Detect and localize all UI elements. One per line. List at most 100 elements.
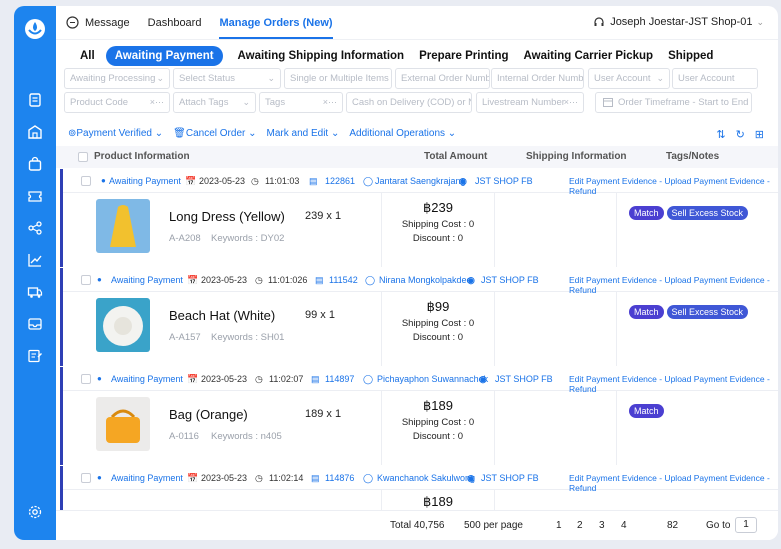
close-icon[interactable]: ×⋯ xyxy=(323,97,337,108)
user-name: Joseph Joestar-JST Shop-01 xyxy=(610,16,753,28)
order-checkbox[interactable] xyxy=(81,374,91,384)
order-checkbox[interactable] xyxy=(81,176,91,186)
shopping-bag-icon[interactable] xyxy=(27,156,43,172)
share-network-icon[interactable] xyxy=(27,220,43,236)
table-header: Product Information Total Amount Shippin… xyxy=(56,146,778,168)
document-icon[interactable] xyxy=(27,92,43,108)
nav-dashboard[interactable]: Dashboard xyxy=(148,17,202,29)
chat-icon[interactable]: ◯ xyxy=(363,176,373,187)
shop-name[interactable]: JST SHOP FB xyxy=(495,374,553,384)
page-link[interactable]: 1 xyxy=(556,520,562,531)
tab-prepare-printing[interactable]: Prepare Printing xyxy=(419,50,508,62)
sort-icon[interactable]: ⇅ xyxy=(716,128,725,141)
attach-tags-select[interactable]: Attach Tags ⌄ xyxy=(173,92,256,113)
message-icon[interactable] xyxy=(66,16,79,29)
customer-name-link[interactable]: Kwanchanok Sakulwong xyxy=(377,473,475,483)
user-account-select[interactable]: User Account ⌄ xyxy=(588,68,670,89)
customer-name-link[interactable]: Jantarat Saengkrajang xyxy=(375,176,466,186)
page-link[interactable]: 3 xyxy=(599,520,605,531)
order-number-link[interactable]: 122861 xyxy=(325,176,355,186)
tab-awaiting-shipping-information[interactable]: Awaiting Shipping Information xyxy=(238,50,405,62)
receipt-icon: ▤ xyxy=(309,176,318,186)
livestream-input[interactable]: Livestream Number ×⋯ xyxy=(476,92,584,113)
internal-order-input[interactable]: Internal Order Number xyxy=(491,68,584,89)
order-time: 11:01:026 xyxy=(268,275,308,285)
nav-message[interactable]: Message xyxy=(85,17,130,29)
shop-name[interactable]: JST SHOP FB xyxy=(475,176,533,186)
truck-icon[interactable] xyxy=(27,284,43,300)
settings-gear-icon[interactable] xyxy=(27,504,43,520)
order-checkbox[interactable] xyxy=(81,275,91,285)
close-icon[interactable]: ×⋯ xyxy=(150,97,164,108)
shop-name[interactable]: JST SHOP FB xyxy=(481,473,539,483)
status-select[interactable]: Select Status ⌄ xyxy=(173,68,281,89)
product-thumbnail xyxy=(96,298,150,352)
select-all-checkbox[interactable] xyxy=(78,152,88,162)
order-number-link[interactable]: 114897 xyxy=(325,374,354,384)
tag-badge[interactable]: Sell Excess Stock xyxy=(666,206,749,220)
tab-shipped[interactable]: Shipped xyxy=(668,50,713,62)
tab-all[interactable]: All xyxy=(80,50,95,62)
order-header: ● Awaiting Payment 📅 2023-05-23 ◷ 11:01:… xyxy=(63,169,778,196)
facebook-icon: ◉ xyxy=(467,275,475,285)
customer-name-link[interactable]: Nirana Mongkolpakdee xyxy=(379,275,472,285)
external-order-input[interactable]: External Order Number xyxy=(395,68,490,89)
app-window: Message Dashboard Manage Orders (New) Jo… xyxy=(14,6,778,540)
trend-chart-icon[interactable] xyxy=(27,252,43,268)
page-link[interactable]: 4 xyxy=(621,520,627,531)
tag-badge[interactable]: Match xyxy=(629,404,664,418)
chat-icon[interactable]: ◯ xyxy=(363,473,373,484)
store-icon[interactable] xyxy=(27,124,43,140)
page-link[interactable]: 82 xyxy=(667,520,678,531)
ticket-icon[interactable] xyxy=(27,188,43,204)
tag-badge[interactable]: Match xyxy=(629,305,664,319)
chevron-down-icon: ⌄ xyxy=(267,73,275,83)
export-icon[interactable]: ⊞ xyxy=(755,128,764,141)
app-logo-icon xyxy=(25,19,45,39)
order-number-link[interactable]: 111542 xyxy=(329,275,358,285)
inbox-icon[interactable] xyxy=(27,316,43,332)
clock-icon: ◷ xyxy=(255,374,263,384)
tab-awaiting-payment[interactable]: Awaiting Payment xyxy=(105,46,223,66)
additional-operations-button[interactable]: Additional Operations ⌄ xyxy=(349,128,456,139)
shop-name[interactable]: JST SHOP FB xyxy=(481,275,539,285)
chevron-down-icon: ⌄ xyxy=(156,73,164,83)
user-menu[interactable]: Joseph Joestar-JST Shop-01 ⌄ xyxy=(593,16,764,28)
amount-cell: ฿99 Shipping Cost : 0 Discount : 0 xyxy=(381,292,495,366)
processing-select[interactable]: Awaiting Processing ⌄ xyxy=(64,68,170,89)
order-status: Awaiting Payment xyxy=(111,275,183,285)
goto-page-input[interactable]: 1 xyxy=(735,517,757,533)
item-type-select[interactable]: Single or Multiple Items xyxy=(284,68,392,89)
nav-manage-orders[interactable]: Manage Orders (New) xyxy=(219,17,333,39)
total-amount: ฿239 xyxy=(423,200,453,215)
order-number-link[interactable]: 114876 xyxy=(325,473,354,483)
mark-and-edit-button[interactable]: Mark and Edit ⌄ xyxy=(267,128,340,139)
product-code-placeholder: Product Code xyxy=(70,97,129,108)
tag-badge[interactable]: Sell Excess Stock xyxy=(666,305,749,319)
page-link[interactable]: 2 xyxy=(577,520,583,531)
tag-badge[interactable]: Match xyxy=(629,206,664,220)
processing-select-label: Awaiting Processing xyxy=(70,73,156,84)
refresh-icon[interactable]: ↻ xyxy=(736,128,745,141)
additional-operations-label: Additional Operations xyxy=(349,128,446,139)
product-name: Long Dress (Yellow) xyxy=(169,209,285,224)
order-timeframe-picker[interactable]: Order Timeframe - Start to End xyxy=(595,92,752,113)
customer-name-link[interactable]: Pichayaphon Suwannachok xyxy=(377,374,488,384)
tags-input[interactable]: Tags ×⋯ xyxy=(259,92,343,113)
edit-note-icon[interactable] xyxy=(27,348,43,364)
cod-select[interactable]: Cash on Delivery (COD) or Not xyxy=(346,92,472,113)
cancel-order-button[interactable]: 🗑Cancel Order ⌄ xyxy=(173,128,256,139)
chat-icon[interactable]: ◯ xyxy=(363,374,373,385)
tab-awaiting-carrier-pickup[interactable]: Awaiting Carrier Pickup xyxy=(524,50,654,62)
close-icon[interactable]: ×⋯ xyxy=(564,97,578,108)
page-size-select[interactable]: 500 per page xyxy=(464,520,523,531)
payment-verified-button[interactable]: ⊚Payment Verified ⌄ xyxy=(68,128,163,139)
user-account-input[interactable]: User Account xyxy=(672,68,758,89)
cancel-order-label: Cancel Order xyxy=(185,128,246,139)
order-time: 11:02:07 xyxy=(269,374,304,384)
product-keywords: Keywords : SH01 xyxy=(211,332,285,343)
product-code-input[interactable]: Product Code ×⋯ xyxy=(64,92,170,113)
order-checkbox[interactable] xyxy=(81,473,91,483)
item-type-select-label: Single or Multiple Items xyxy=(290,73,389,84)
chat-icon[interactable]: ◯ xyxy=(365,275,375,286)
